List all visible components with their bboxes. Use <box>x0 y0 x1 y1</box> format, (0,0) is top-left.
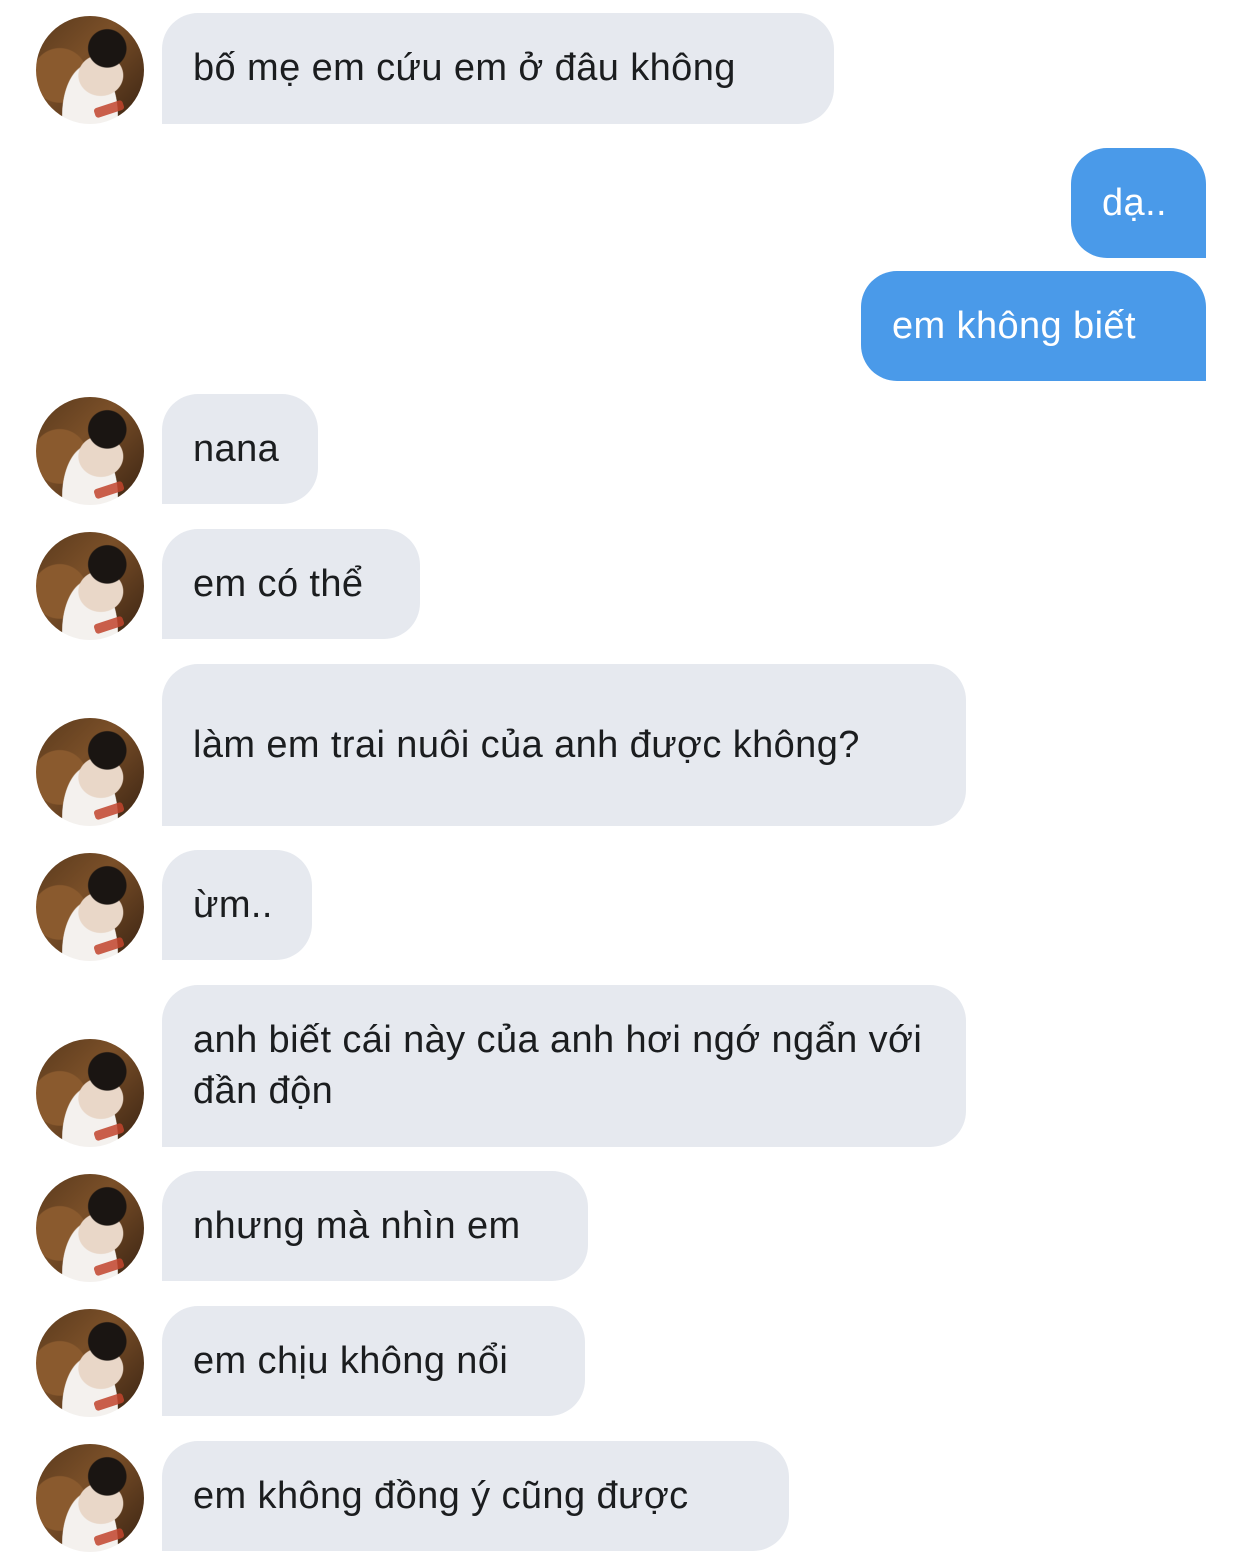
incoming-message-bubble[interactable]: em không đồng ý cũng được <box>162 1441 789 1551</box>
incoming-message-bubble[interactable]: làm em trai nuôi của anh được không? <box>162 664 966 826</box>
sender-avatar[interactable] <box>36 1309 144 1417</box>
sender-avatar[interactable] <box>36 853 144 961</box>
incoming-message-bubble[interactable]: anh biết cái này của anh hơi ngớ ngẩn vớ… <box>162 985 966 1147</box>
incoming-message-bubble[interactable]: em có thể <box>162 529 420 639</box>
sender-avatar[interactable] <box>36 718 144 826</box>
incoming-message-bubble[interactable]: ừm.. <box>162 850 312 960</box>
sender-avatar[interactable] <box>36 532 144 640</box>
incoming-message-bubble[interactable]: em chịu không nổi <box>162 1306 585 1416</box>
sender-avatar[interactable] <box>36 16 144 124</box>
outgoing-message-bubble[interactable]: em không biết <box>861 271 1206 381</box>
incoming-message-bubble[interactable]: nhưng mà nhìn em <box>162 1171 588 1281</box>
sender-avatar[interactable] <box>36 1174 144 1282</box>
incoming-message-bubble[interactable]: bố mẹ em cứu em ở đâu không <box>162 13 834 124</box>
sender-avatar[interactable] <box>36 1039 144 1147</box>
conversation-thread: bố mẹ em cứu em ở đâu không dạ.. em khôn… <box>0 0 1242 1564</box>
outgoing-message-bubble[interactable]: dạ.. <box>1071 148 1206 258</box>
incoming-message-bubble[interactable]: nana <box>162 394 318 504</box>
sender-avatar[interactable] <box>36 397 144 505</box>
sender-avatar[interactable] <box>36 1444 144 1552</box>
